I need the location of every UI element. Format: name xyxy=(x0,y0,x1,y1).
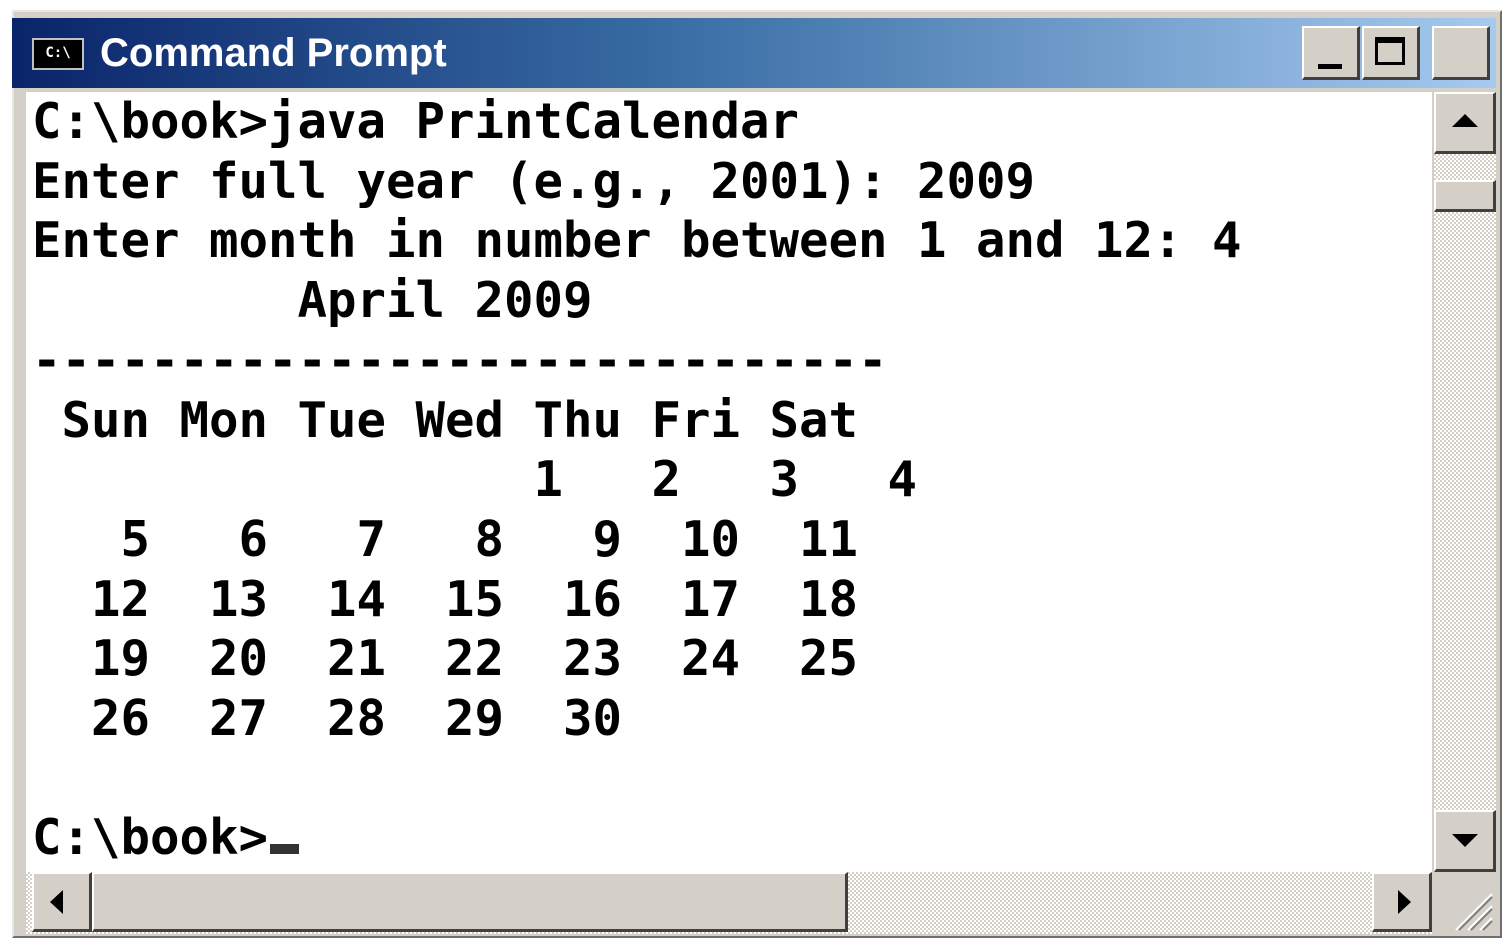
console-line: Sun Mon Tue Wed Thu Fri Sat xyxy=(32,391,859,449)
console-line: C:\book>java PrintCalendar xyxy=(32,93,800,150)
console-line: 19 20 21 22 23 24 25 xyxy=(32,630,859,688)
resize-grip[interactable] xyxy=(1434,872,1496,934)
scroll-right-button[interactable] xyxy=(1372,872,1432,932)
resize-grip-icon xyxy=(1455,893,1493,931)
scroll-down-button[interactable] xyxy=(1434,810,1496,872)
close-button[interactable] xyxy=(1432,26,1490,80)
arrow-up-icon xyxy=(1452,114,1478,127)
console-line: 26 27 28 29 30 xyxy=(32,690,623,748)
console-line: 12 13 14 15 16 17 18 xyxy=(32,570,859,628)
scroll-up-button[interactable] xyxy=(1434,92,1496,154)
console-line: April 2009 xyxy=(32,272,593,330)
minimize-button[interactable] xyxy=(1302,26,1360,80)
horizontal-scrollbar[interactable] xyxy=(26,872,1432,934)
maximize-button[interactable] xyxy=(1362,26,1420,80)
window-title: Command Prompt xyxy=(100,31,447,75)
maximize-icon xyxy=(1375,37,1405,65)
minimize-icon xyxy=(1318,64,1342,69)
console-text: C:\book>java PrintCalendar Enter full ye… xyxy=(26,92,1432,868)
console-line: 5 6 7 8 9 10 11 xyxy=(32,510,859,568)
cmd-icon[interactable]: C:\ xyxy=(32,38,84,70)
close-icon xyxy=(1434,28,1487,77)
vertical-scrollbar[interactable] xyxy=(1434,92,1496,872)
console-line: Enter month in number between 1 and 12: … xyxy=(32,212,1242,270)
vertical-scroll-thumb[interactable] xyxy=(1434,180,1496,212)
scroll-left-button[interactable] xyxy=(32,872,92,932)
console-line: ----------------------------- xyxy=(32,331,888,389)
horizontal-scroll-thumb[interactable] xyxy=(92,872,848,932)
arrow-down-icon xyxy=(1452,834,1478,847)
title-bar[interactable]: C:\ Command Prompt xyxy=(12,18,1496,88)
console-line: 1 2 3 4 xyxy=(32,451,918,509)
arrow-left-icon xyxy=(50,890,63,914)
arrow-right-icon xyxy=(1398,890,1411,914)
console-output[interactable]: C:\book>java PrintCalendar Enter full ye… xyxy=(26,92,1432,872)
console-line: Enter full year (e.g., 2001): 2009 xyxy=(32,152,1036,210)
console-line: C:\book> xyxy=(32,809,269,867)
text-cursor xyxy=(270,844,300,855)
